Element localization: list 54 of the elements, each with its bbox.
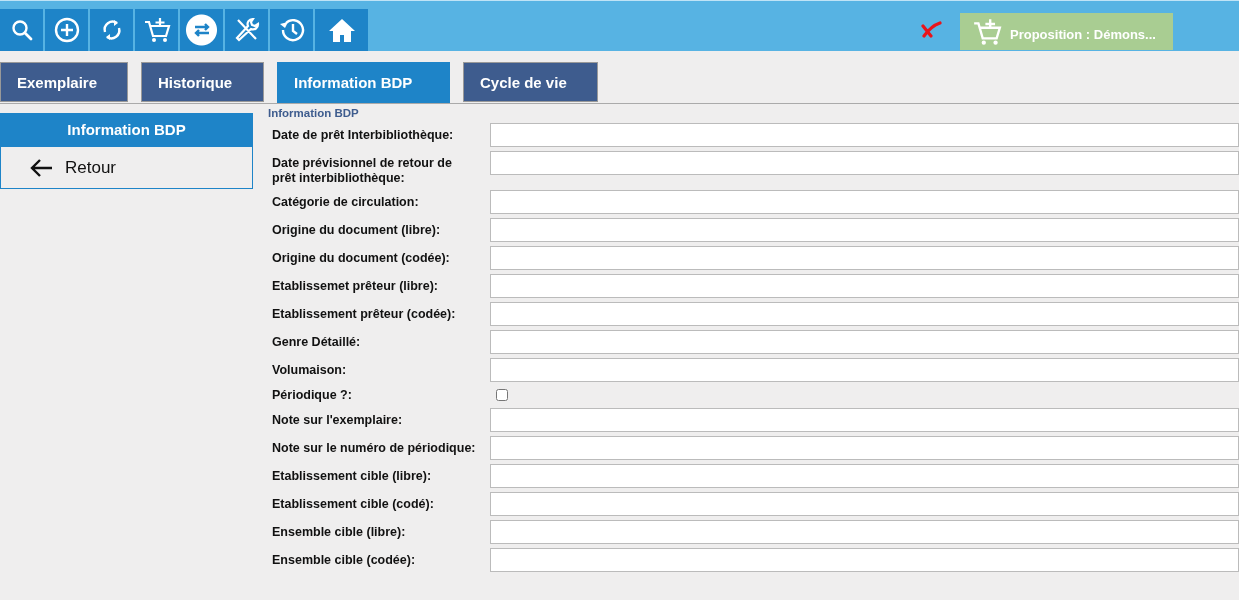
input-field[interactable] (490, 246, 1239, 270)
tab[interactable]: Historique (141, 62, 264, 102)
form-title: Information BDP (268, 107, 360, 121)
field-label: Genre Détaillé: (272, 334, 362, 350)
input-field[interactable] (490, 358, 1239, 382)
tab[interactable]: Cycle de vie (463, 62, 598, 102)
toolbar-button[interactable] (180, 9, 223, 51)
input-field[interactable] (490, 218, 1239, 242)
add-icon (53, 17, 80, 43)
input-field[interactable] (490, 520, 1239, 544)
field-label: Etablissemet prêteur (libre): (272, 278, 439, 294)
field-label: Etablissement cible (codé): (272, 496, 435, 512)
field-label: Ensemble cible (codée): (272, 552, 417, 568)
field-label: Etablissement cible (libre): (272, 468, 433, 484)
input-field[interactable] (490, 548, 1239, 572)
field-label: Volumaison: (272, 362, 348, 378)
home-icon (327, 17, 356, 43)
input-field[interactable] (490, 408, 1239, 432)
field-label: Etablissement prêteur (codée): (272, 306, 457, 322)
input-field[interactable] (490, 492, 1239, 516)
field-label: Origine du document (libre): (272, 222, 442, 238)
toolbar-button[interactable] (315, 9, 368, 51)
field-label: Date de prêt Interbibliothèque: (272, 127, 455, 143)
toolbar-button[interactable] (90, 9, 133, 51)
input-field[interactable] (490, 436, 1239, 460)
field-label: Catégorie de circulation: (272, 194, 420, 210)
input-field[interactable] (490, 151, 1239, 175)
toolbar-button[interactable] (225, 9, 268, 51)
input-field[interactable] (490, 123, 1239, 147)
field-label: Origine du document (codée): (272, 250, 451, 266)
toolbar-button[interactable] (0, 9, 43, 51)
tab[interactable]: Exemplaire (0, 62, 128, 102)
tab[interactable]: Information BDP (277, 62, 450, 103)
input-field[interactable] (490, 330, 1239, 354)
input-field[interactable] (490, 302, 1239, 326)
checkbox[interactable] (496, 389, 508, 401)
sidebar-title: Information BDP (0, 113, 253, 147)
toolbar-button[interactable] (270, 9, 313, 51)
cart-add-icon (972, 16, 1002, 47)
back-arrow-icon (29, 157, 53, 178)
back-button[interactable]: Retour (0, 147, 253, 189)
input-field[interactable] (490, 274, 1239, 298)
field-label: Date prévisionnel de retour de prêt interbibliothèque: (272, 155, 453, 186)
field-label: Note sur l'exemplaire: (272, 412, 404, 428)
cross-icon[interactable] (920, 20, 942, 40)
field-label: Périodique ?: (272, 387, 353, 403)
input-field[interactable] (490, 464, 1239, 488)
search-icon (9, 18, 34, 42)
field-label: Ensemble cible (libre): (272, 524, 407, 540)
toolbar-button[interactable] (45, 9, 88, 51)
input-field[interactable] (490, 190, 1239, 214)
field-label: Note sur le numéro de périodique: (272, 440, 477, 456)
cart-add-icon (142, 16, 171, 44)
toolbar-button[interactable] (135, 9, 178, 51)
